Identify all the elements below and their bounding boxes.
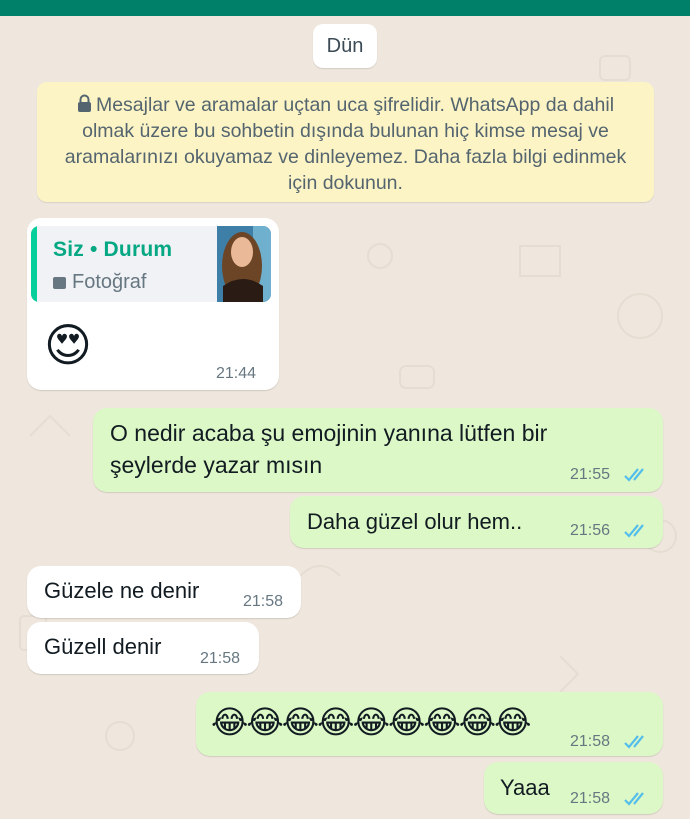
message-text-line: şeylerde yazar mısın [110, 452, 323, 478]
quote-subtitle-text: Fotoğraf [72, 271, 147, 293]
lock-icon [77, 94, 91, 112]
message-time: 21:58 [570, 733, 611, 750]
status-photo-thumbnail[interactable] [217, 226, 271, 302]
chat-header-bar [0, 0, 690, 16]
quoted-status[interactable]: Siz • Durum Fotoğraf [31, 226, 271, 302]
message-text: Güzell denir [44, 634, 162, 659]
message-time: 21:58 [570, 790, 611, 807]
read-receipt-icon [624, 735, 644, 749]
read-receipt-icon [624, 792, 644, 806]
message-emojis: 😂😂😂😂😂😂😂😂😂 [211, 704, 532, 740]
message-text: Daha güzel olur hem.. [307, 509, 523, 534]
quote-accent-bar [31, 226, 37, 302]
read-receipt-icon [624, 468, 644, 482]
message-text: Güzele ne denir [44, 578, 200, 603]
message-time: 21:58 [243, 593, 284, 610]
read-receipt-icon [624, 524, 644, 538]
message-time: 21:56 [570, 522, 611, 539]
message-time: 21:58 [200, 650, 241, 667]
message-time: 21:55 [570, 466, 611, 483]
message-text-line: O nedir acaba şu emojinin yanına lütfen … [110, 420, 548, 446]
message-time: 21:44 [216, 365, 257, 382]
message-text: Yaaa [500, 775, 550, 800]
message-emoji: 😍 [44, 319, 92, 371]
quote-title: Siz • Durum [53, 238, 173, 261]
encryption-notice[interactable]: Mesajlar ve aramalar uçtan uca şifrelidi… [37, 82, 654, 202]
quote-subtitle: Fotoğraf [53, 271, 146, 294]
date-separator: Dün [313, 24, 377, 68]
encryption-notice-text: Mesajlar ve aramalar uçtan uca şifrelidi… [64, 94, 627, 194]
photo-icon [53, 276, 66, 289]
